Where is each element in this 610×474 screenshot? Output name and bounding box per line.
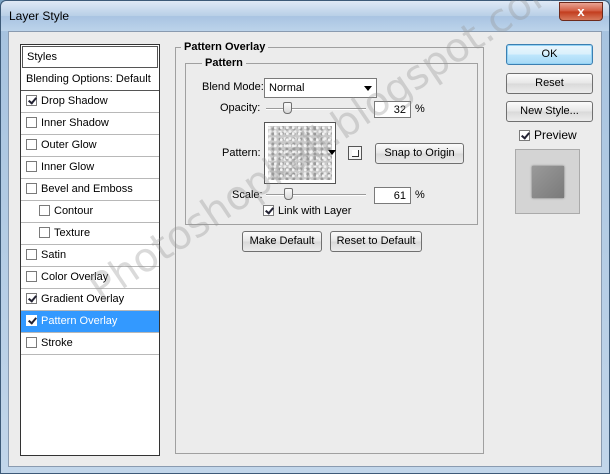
style-item-label: Satin bbox=[41, 249, 67, 261]
style-preview-swatch bbox=[532, 166, 564, 198]
reset-to-default-button[interactable]: Reset to Default bbox=[330, 231, 422, 252]
close-button[interactable]: x bbox=[559, 2, 603, 21]
style-preview-thumbnail bbox=[515, 149, 580, 214]
opacity-input[interactable]: 32 bbox=[374, 101, 411, 118]
checkbox-icon[interactable] bbox=[26, 117, 37, 128]
blend-mode-label: Blend Mode: bbox=[202, 81, 264, 93]
checkbox-icon[interactable] bbox=[26, 249, 37, 260]
style-item-label: Bevel and Emboss bbox=[41, 183, 133, 195]
make-default-button[interactable]: Make Default bbox=[242, 231, 322, 252]
style-item-contour[interactable]: Contour bbox=[21, 201, 159, 223]
style-item-label: Drop Shadow bbox=[41, 95, 108, 107]
style-item-label: Gradient Overlay bbox=[41, 293, 125, 305]
opacity-label: Opacity: bbox=[220, 102, 261, 114]
dialog-client-area: Styles Blending Options: Default Drop Sha… bbox=[8, 0, 602, 467]
checkbox-icon[interactable] bbox=[39, 227, 50, 238]
checkbox-icon[interactable] bbox=[39, 205, 50, 216]
checkbox-icon[interactable] bbox=[26, 271, 37, 282]
scale-slider-track[interactable] bbox=[266, 194, 366, 196]
checkbox-icon[interactable] bbox=[26, 293, 37, 304]
preview-check-icon bbox=[519, 130, 530, 141]
scale-input[interactable]: 61 bbox=[374, 187, 411, 204]
checkbox-icon[interactable] bbox=[26, 183, 37, 194]
new-style-button[interactable]: New Style... bbox=[506, 101, 593, 122]
opacity-slider-track[interactable] bbox=[266, 108, 366, 110]
style-item-satin[interactable]: Satin bbox=[21, 245, 159, 267]
style-item-label: Blending Options: Default bbox=[26, 73, 151, 85]
link-with-layer-label: Link with Layer bbox=[278, 205, 352, 217]
style-item-blending-options-default[interactable]: Blending Options: Default bbox=[21, 69, 159, 91]
scale-label: Scale: bbox=[232, 189, 263, 201]
preview-label: Preview bbox=[534, 128, 577, 142]
pattern-group-title: Pattern bbox=[202, 57, 246, 69]
opacity-percent-sign: % bbox=[415, 103, 425, 115]
scale-percent-sign: % bbox=[415, 189, 425, 201]
blend-mode-value: Normal bbox=[269, 82, 305, 94]
create-preset-icon[interactable] bbox=[348, 146, 362, 160]
pattern-label: Pattern: bbox=[222, 147, 261, 159]
scale-slider-thumb[interactable] bbox=[283, 188, 293, 200]
window-title: Layer Style bbox=[9, 9, 70, 23]
blend-mode-select[interactable]: Normal bbox=[264, 78, 377, 98]
pattern-dropdown-button[interactable] bbox=[327, 122, 338, 184]
link-with-layer-checkbox[interactable]: Link with Layer bbox=[263, 205, 351, 217]
style-item-pattern-overlay[interactable]: Pattern Overlay bbox=[21, 311, 159, 333]
pattern-swatch-preview bbox=[268, 126, 332, 180]
opacity-slider-thumb[interactable] bbox=[282, 102, 292, 114]
style-item-inner-glow[interactable]: Inner Glow bbox=[21, 157, 159, 179]
checkbox-icon[interactable] bbox=[26, 139, 37, 150]
styles-list: Blending Options: Default Drop Shadow Inne… bbox=[21, 69, 159, 355]
preview-checkbox[interactable]: Preview bbox=[519, 128, 577, 142]
ok-button[interactable]: OK bbox=[506, 44, 593, 65]
pattern-overlay-group-title: Pattern Overlay bbox=[181, 41, 269, 53]
style-item-label: Inner Glow bbox=[41, 161, 95, 173]
style-item-label: Pattern Overlay bbox=[41, 315, 118, 327]
pattern-picker[interactable] bbox=[264, 122, 336, 184]
styles-list-panel: Styles Blending Options: Default Drop Sha… bbox=[20, 44, 160, 456]
link-with-layer-check-icon bbox=[263, 205, 274, 216]
style-item-label: Stroke bbox=[41, 337, 73, 349]
style-item-inner-shadow[interactable]: Inner Shadow bbox=[21, 113, 159, 135]
style-item-gradient-overlay[interactable]: Gradient Overlay bbox=[21, 289, 159, 311]
chevron-down-icon bbox=[364, 86, 372, 91]
checkbox-icon[interactable] bbox=[26, 315, 37, 326]
checkbox-icon[interactable] bbox=[26, 95, 37, 106]
style-item-label: Outer Glow bbox=[41, 139, 97, 151]
layer-style-window: Layer Style x Styles Blending Options: D… bbox=[0, 0, 610, 474]
style-item-label: Inner Shadow bbox=[41, 117, 109, 129]
style-item-color-overlay[interactable]: Color Overlay bbox=[21, 267, 159, 289]
checkbox-icon[interactable] bbox=[26, 161, 37, 172]
style-item-drop-shadow[interactable]: Drop Shadow bbox=[21, 91, 159, 113]
title-bar[interactable]: Layer Style x bbox=[1, 1, 609, 31]
chevron-down-icon bbox=[328, 150, 336, 155]
style-item-label: Texture bbox=[54, 227, 91, 239]
style-item-label: Contour bbox=[54, 205, 94, 217]
reset-button[interactable]: Reset bbox=[506, 73, 593, 94]
style-item-stroke[interactable]: Stroke bbox=[21, 333, 159, 355]
style-item-bevel-and-emboss[interactable]: Bevel and Emboss bbox=[21, 179, 159, 201]
style-item-outer-glow[interactable]: Outer Glow bbox=[21, 135, 159, 157]
snap-to-origin-button[interactable]: Snap to Origin bbox=[375, 143, 464, 164]
style-item-label: Color Overlay bbox=[41, 271, 109, 283]
style-item-texture[interactable]: Texture bbox=[21, 223, 159, 245]
styles-header[interactable]: Styles bbox=[22, 46, 158, 68]
checkbox-icon[interactable] bbox=[26, 337, 37, 348]
